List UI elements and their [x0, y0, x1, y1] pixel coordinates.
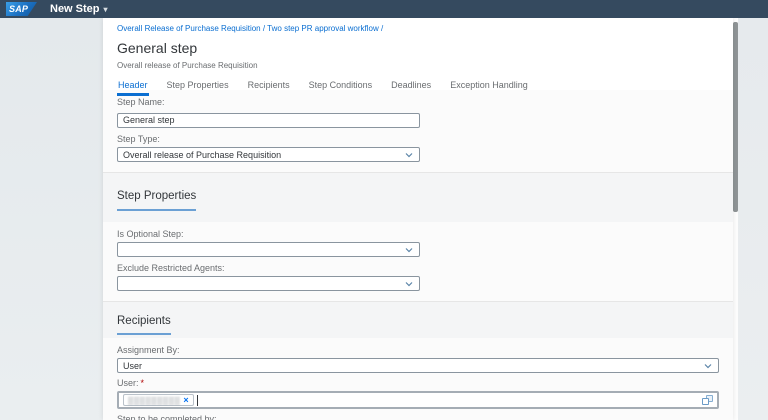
is-optional-select[interactable] — [117, 242, 420, 257]
chevron-down-icon — [405, 281, 413, 286]
breadcrumb-link-workflow-type[interactable]: Overall Release of Purchase Requisition — [117, 24, 261, 33]
tab-step-properties[interactable]: Step Properties — [166, 78, 230, 96]
tab-step-conditions[interactable]: Step Conditions — [308, 78, 374, 96]
recipients-heading-strip: Recipients — [103, 302, 733, 338]
shell-bar: SAP New Step ▾ — [0, 0, 768, 18]
exclude-restricted-select[interactable] — [117, 276, 420, 291]
left-gutter — [0, 18, 103, 420]
page-title: General step — [117, 40, 719, 56]
vertical-scrollbar[interactable] — [733, 18, 738, 420]
step-type-value: Overall release of Purchase Requisition — [123, 150, 414, 160]
section-step-properties-form: Is Optional Step: Exclude Restricted Age… — [103, 222, 733, 301]
field-step-name: Step Name: — [117, 97, 719, 128]
user-token: ▒▒▒▒▒▒▒▒▒ × — [123, 394, 194, 406]
section-header-form: Step Name: Step Type: Overall release of… — [103, 90, 733, 172]
step-name-input[interactable] — [117, 113, 420, 128]
recipients-heading: Recipients — [117, 315, 171, 335]
field-user: User:* ▒▒▒▒▒▒▒▒▒ × — [117, 378, 719, 409]
step-type-label: Step Type: — [117, 134, 719, 144]
user-label-text: User: — [117, 378, 139, 388]
user-token-text: ▒▒▒▒▒▒▒▒▒ — [128, 396, 180, 405]
scrollbar-thumb[interactable] — [733, 22, 738, 212]
value-help-icon[interactable] — [702, 395, 713, 405]
step-properties-heading: Step Properties — [117, 190, 196, 211]
page-subtitle: Overall release of Purchase Requisition — [117, 61, 719, 70]
chevron-down-icon — [405, 152, 413, 157]
assignment-by-select[interactable]: User — [117, 358, 719, 373]
right-gutter — [738, 18, 768, 420]
field-is-optional: Is Optional Step: — [117, 229, 719, 257]
is-optional-label: Is Optional Step: — [117, 229, 719, 239]
main-content: Overall Release of Purchase Requisition … — [103, 18, 733, 420]
exclude-restricted-label: Exclude Restricted Agents: — [117, 263, 719, 273]
shell-app-title: New Step — [50, 3, 100, 15]
field-exclude-restricted: Exclude Restricted Agents: — [117, 263, 719, 291]
tab-exception-handling[interactable]: Exception Handling — [449, 78, 529, 96]
tab-header[interactable]: Header — [117, 78, 149, 96]
required-marker: * — [141, 378, 145, 388]
tab-recipients[interactable]: Recipients — [247, 78, 291, 96]
shell-app-title-menu[interactable]: New Step ▾ — [50, 3, 108, 15]
field-assignment-by: Assignment By: User — [117, 345, 719, 373]
tab-deadlines[interactable]: Deadlines — [390, 78, 432, 96]
step-name-label: Step Name: — [117, 97, 719, 107]
sap-logo-text: SAP — [9, 4, 28, 14]
breadcrumb: Overall Release of Purchase Requisition … — [117, 24, 719, 33]
user-token-input[interactable]: ▒▒▒▒▒▒▒▒▒ × — [117, 391, 719, 409]
assignment-by-label: Assignment By: — [117, 345, 719, 355]
user-label: User:* — [117, 378, 719, 388]
token-remove-icon[interactable]: × — [183, 396, 188, 405]
section-recipients-form: Assignment By: User User:* ▒▒▒▒▒▒▒▒▒ × — [103, 338, 733, 420]
breadcrumb-separator: / — [379, 24, 383, 33]
step-properties-heading-strip: Step Properties — [103, 173, 733, 222]
breadcrumb-link-workflow[interactable]: Two step PR approval workflow — [267, 24, 379, 33]
page-header: Overall Release of Purchase Requisition … — [103, 18, 733, 90]
chevron-down-icon: ▾ — [104, 5, 108, 14]
chevron-down-icon — [405, 247, 413, 252]
completed-by-label: Step to be completed by: — [117, 414, 719, 420]
field-step-type: Step Type: Overall release of Purchase R… — [117, 134, 719, 162]
step-type-select[interactable]: Overall release of Purchase Requisition — [117, 147, 420, 162]
sap-logo: SAP — [6, 2, 37, 16]
chevron-down-icon — [704, 363, 712, 368]
text-cursor — [197, 395, 198, 406]
assignment-by-value: User — [123, 361, 713, 371]
